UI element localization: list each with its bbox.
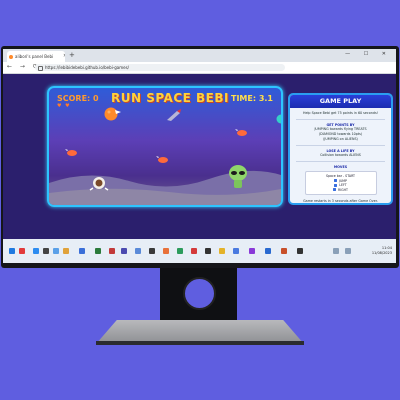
app-icon[interactable] bbox=[63, 248, 69, 254]
instructions-footer: Game restarts in 3 seconds after Game Ov… bbox=[303, 199, 378, 203]
arrow-right-key-icon bbox=[333, 188, 337, 191]
browser-tab-bar: alibori's panel Bebi ✕ + — ☐ ✕ bbox=[3, 49, 396, 62]
game-instructions-panel: GAME PLAY Help Space Bebi get 75 points … bbox=[288, 93, 393, 205]
window-controls[interactable]: — ☐ ✕ bbox=[345, 51, 392, 57]
app-icon[interactable] bbox=[205, 248, 211, 254]
flying-treat-icon bbox=[156, 156, 168, 163]
alien-icon bbox=[229, 165, 247, 188]
space-bebi-player-icon bbox=[89, 177, 109, 191]
new-tab-button[interactable]: + bbox=[69, 51, 75, 60]
app-icon[interactable] bbox=[297, 248, 303, 254]
instructions-heading: GAME PLAY bbox=[290, 95, 391, 108]
favicon-icon bbox=[9, 55, 13, 59]
points-line: (JUMPING on ALIENS) bbox=[323, 137, 358, 141]
system-tray-icon[interactable] bbox=[345, 248, 351, 254]
arrow-left-key-icon bbox=[334, 183, 338, 187]
app-icon[interactable] bbox=[249, 248, 255, 254]
windows-taskbar: 11:04 11/08/2023 bbox=[3, 239, 396, 263]
toolbar-icons bbox=[298, 64, 396, 98]
app-icon[interactable] bbox=[233, 248, 239, 254]
app-icon[interactable] bbox=[121, 248, 127, 254]
clock-date: 11/08/2023 bbox=[371, 251, 392, 255]
divider bbox=[296, 119, 385, 120]
app-icon[interactable] bbox=[135, 248, 141, 254]
lives-indicator: ♥ ♥ bbox=[57, 103, 71, 109]
app-icon[interactable] bbox=[79, 248, 85, 254]
move-key-label: RIGHT bbox=[338, 187, 348, 192]
browser-tab[interactable]: alibori's panel Bebi ✕ bbox=[7, 51, 65, 62]
url-field[interactable]: https://lebibidebebi.github.io/bebi-game… bbox=[35, 64, 285, 71]
app-icon[interactable] bbox=[109, 248, 115, 254]
app-icon[interactable] bbox=[149, 248, 155, 254]
address-bar-row: ← → ⟳ https://lebibidebebi.github.io/beb… bbox=[3, 62, 396, 98]
windows-start-icon[interactable] bbox=[9, 248, 15, 254]
flying-treat-icon bbox=[235, 129, 247, 136]
close-tab-icon[interactable]: ✕ bbox=[63, 51, 65, 62]
system-tray-icon[interactable] bbox=[333, 248, 339, 254]
move-key-label: LEFT bbox=[339, 183, 347, 187]
rocket-icon bbox=[167, 109, 181, 121]
monitor-stand-base-edge bbox=[96, 341, 304, 345]
move-key-row: RIGHT bbox=[306, 188, 376, 193]
screen: alibori's panel Bebi ✕ + — ☐ ✕ ← → ⟳ htt… bbox=[3, 49, 396, 263]
url-text: https://lebibidebebi.github.io/bebi-game… bbox=[45, 65, 130, 70]
lock-icon bbox=[38, 66, 43, 71]
divider bbox=[296, 161, 385, 162]
moves-box: Space bar - START JUMP LEFT RIGHT bbox=[304, 171, 377, 195]
app-icon[interactable] bbox=[265, 248, 271, 254]
app-icon[interactable] bbox=[163, 248, 169, 254]
app-icon[interactable] bbox=[33, 248, 39, 254]
taskbar-clock[interactable]: 11:04 11/08/2023 bbox=[372, 246, 392, 256]
flying-treat-icon bbox=[65, 149, 77, 156]
instructions-intro: Help Space Bebi get 75 points in 60 seco… bbox=[303, 111, 378, 115]
move-key-label: JUMP bbox=[339, 178, 347, 183]
planet-edge-icon bbox=[276, 114, 281, 124]
app-icon[interactable] bbox=[95, 248, 101, 254]
app-icon[interactable] bbox=[53, 248, 59, 254]
divider bbox=[296, 145, 385, 146]
app-icon[interactable] bbox=[19, 248, 25, 254]
app-icon[interactable] bbox=[43, 248, 49, 254]
game-title: RUN SPACE BEBI bbox=[111, 91, 229, 105]
app-icon[interactable] bbox=[219, 248, 225, 254]
stand-cable-hole bbox=[183, 277, 216, 310]
tab-title: alibori's panel Bebi bbox=[15, 54, 54, 59]
arrow-up-key-icon bbox=[334, 179, 338, 182]
app-icon[interactable] bbox=[191, 248, 197, 254]
app-icon[interactable] bbox=[281, 248, 287, 254]
orange-planet-icon bbox=[104, 107, 121, 121]
time-label: TIME: 3.1 bbox=[230, 94, 273, 103]
game-canvas[interactable]: SCORE: 0 ♥ ♥ RUN SPACE BEBI TIME: 3.1 bbox=[47, 86, 283, 207]
score-label: SCORE: 0 bbox=[57, 94, 99, 103]
app-icon[interactable] bbox=[177, 248, 183, 254]
monitor: alibori's panel Bebi ✕ + — ☐ ✕ ← → ⟳ htt… bbox=[0, 0, 400, 400]
moves-heading: MOVES bbox=[333, 165, 348, 169]
lose-line: Collision towards ALIENS bbox=[320, 153, 361, 157]
